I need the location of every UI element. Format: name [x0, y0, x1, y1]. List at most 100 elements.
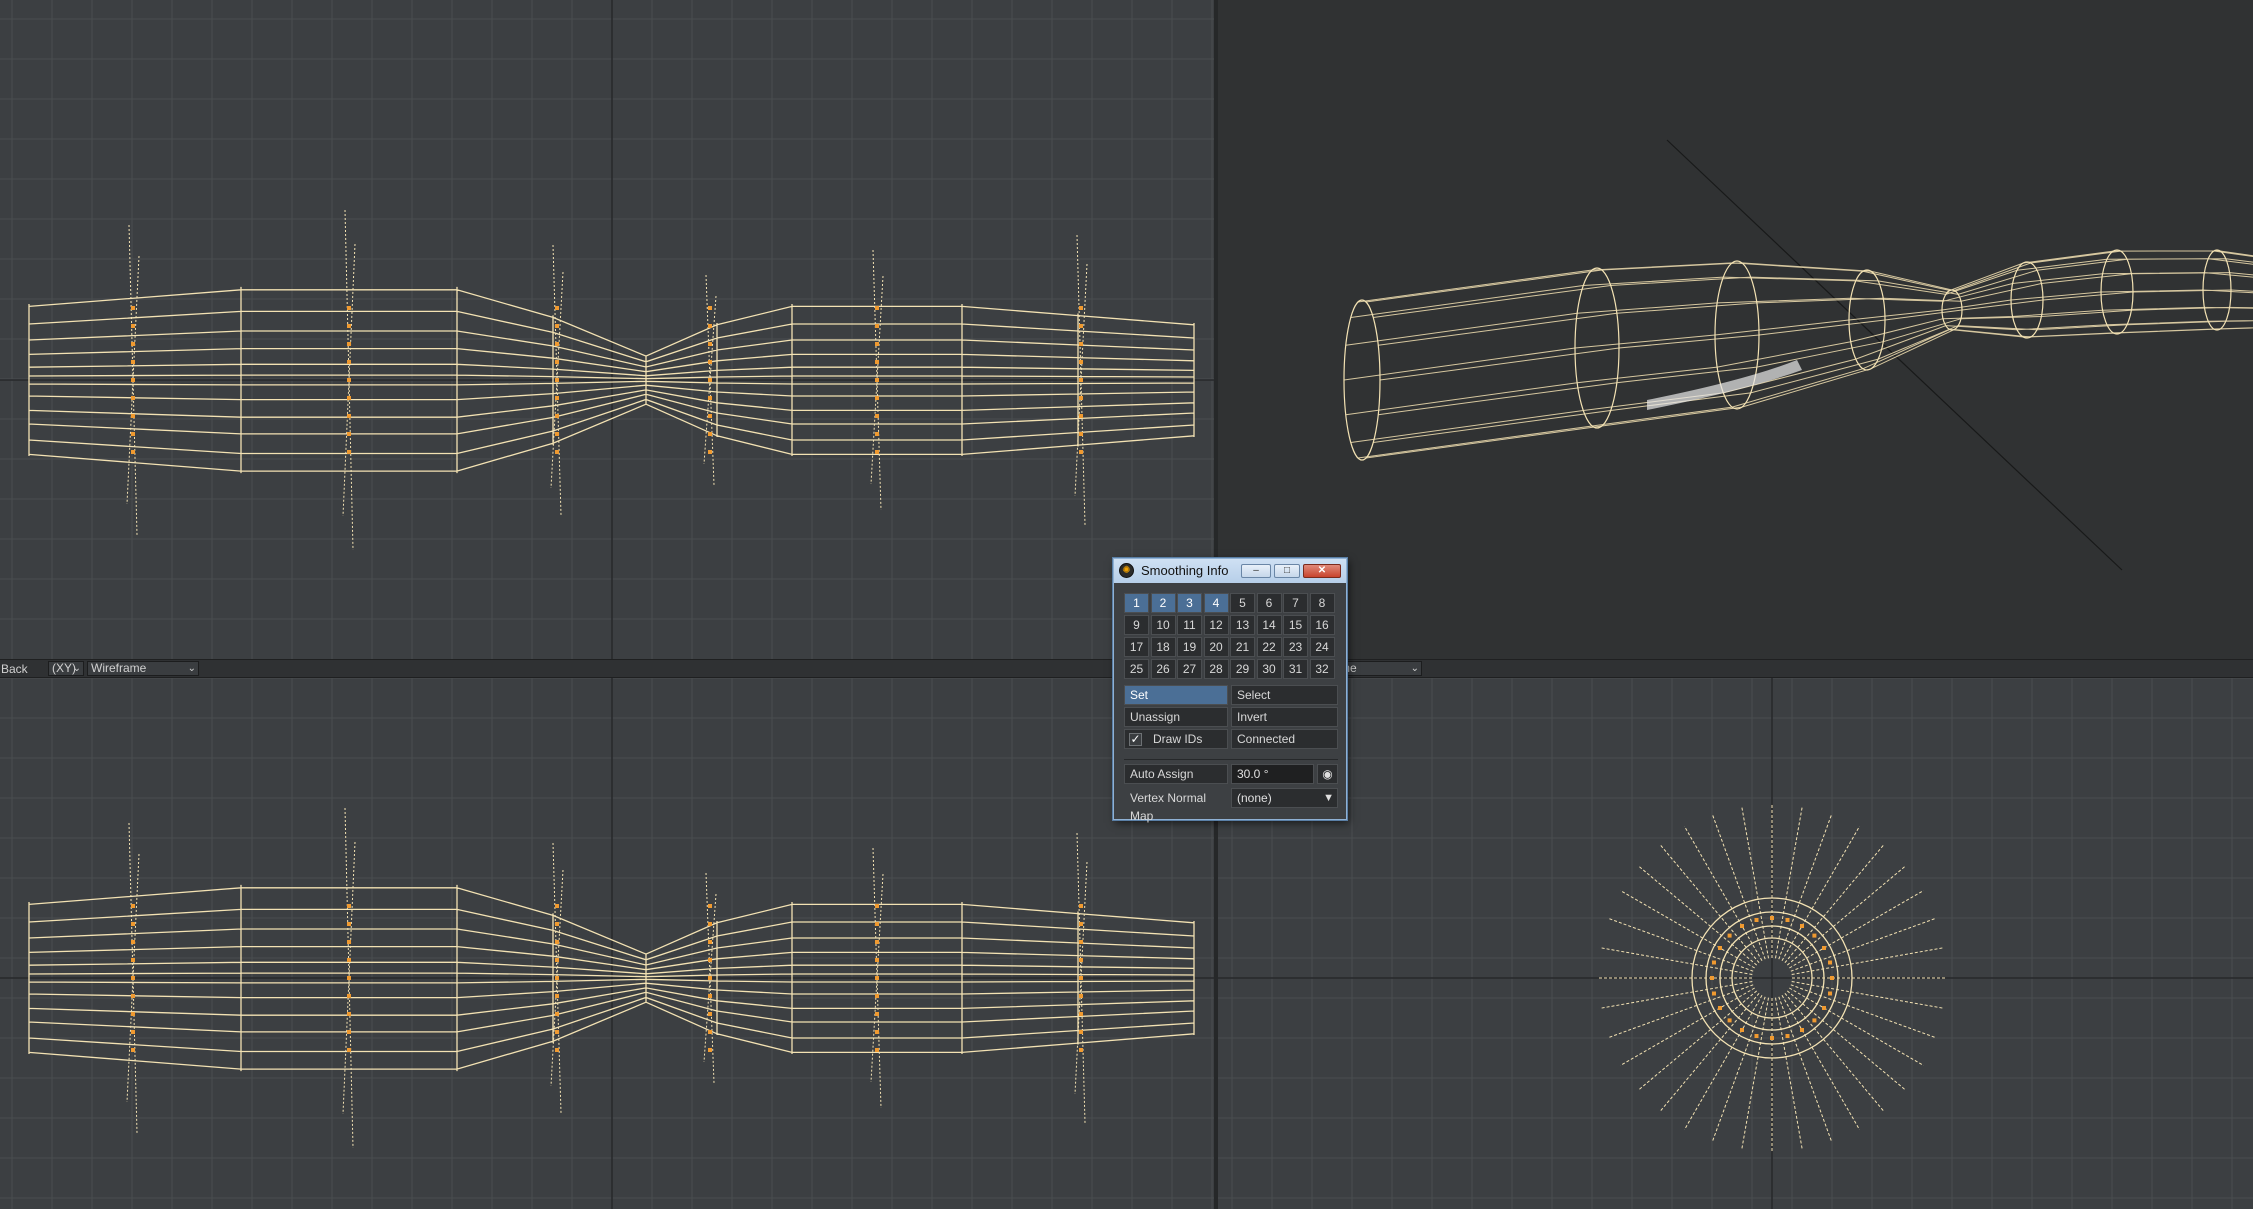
- select-button[interactable]: Select: [1231, 685, 1338, 705]
- divider: [1124, 759, 1338, 760]
- smoothing-id-marker: [708, 432, 712, 436]
- viewport-top[interactable]: [0, 678, 1217, 1209]
- render-mode-select-right[interactable]: me ⌄: [1336, 661, 1422, 676]
- smoothing-id-cell[interactable]: 30: [1256, 659, 1282, 679]
- smoothing-id-cell[interactable]: 7: [1283, 593, 1308, 613]
- smoothing-id-marker: [131, 360, 135, 364]
- auto-assign-angle-input[interactable]: 30.0 °: [1231, 764, 1314, 784]
- grid-lines: [1217, 678, 2253, 1209]
- smoothing-id-cell[interactable]: 17: [1124, 637, 1149, 657]
- smoothing-id-marker: [875, 976, 879, 980]
- smoothing-id-cell[interactable]: 28: [1203, 659, 1229, 679]
- viewport-perspective[interactable]: [1217, 0, 2253, 659]
- smoothing-id-cell[interactable]: 20: [1203, 637, 1229, 657]
- smoothing-id-cell[interactable]: 15: [1283, 615, 1308, 635]
- smoothing-id-marker: [1800, 924, 1804, 928]
- smoothing-id-marker: [347, 904, 351, 908]
- smoothing-id-marker: [708, 1048, 712, 1052]
- plane-select[interactable]: (XY) ⌄: [48, 661, 84, 676]
- smoothing-id-cell[interactable]: 27: [1177, 659, 1202, 679]
- smoothing-id-cell[interactable]: 19: [1177, 637, 1202, 657]
- smoothing-id-marker: [555, 1030, 559, 1034]
- smoothing-id-cell[interactable]: 22: [1256, 637, 1282, 657]
- check-icon[interactable]: ✓: [1129, 733, 1142, 746]
- unassign-button[interactable]: Unassign: [1124, 707, 1228, 727]
- eye-icon[interactable]: ◉: [1317, 764, 1338, 784]
- draw-ids-checkbox[interactable]: ✓ Draw IDs: [1124, 729, 1228, 749]
- smoothing-id-marker: [1710, 976, 1714, 980]
- smoothing-id-cell[interactable]: 26: [1150, 659, 1176, 679]
- smoothing-id-cell[interactable]: 10: [1150, 615, 1176, 635]
- smoothing-id-marker: [131, 342, 135, 346]
- smoothing-id-cell[interactable]: 12: [1203, 615, 1229, 635]
- smoothing-id-marker: [708, 324, 712, 328]
- chevron-down-icon: ⌄: [72, 663, 81, 674]
- smoothing-id-cell[interactable]: 11: [1177, 615, 1202, 635]
- smoothing-id-marker: [347, 450, 351, 454]
- invert-button[interactable]: Invert: [1231, 707, 1338, 727]
- smoothing-id-cell[interactable]: 1: [1124, 593, 1149, 613]
- smoothing-id-marker: [1079, 378, 1083, 382]
- smoothing-id-marker: [347, 360, 351, 364]
- wireframe-canvas-perspective[interactable]: [1217, 0, 2253, 659]
- smoothing-id-marker: [708, 378, 712, 382]
- wireframe-canvas-bottom-left[interactable]: [0, 678, 1217, 1209]
- smoothing-id-cell[interactable]: 8: [1309, 593, 1335, 613]
- smoothing-id-marker: [555, 1048, 559, 1052]
- smoothing-id-marker: [708, 976, 712, 980]
- smoothing-id-marker: [131, 414, 135, 418]
- smoothing-id-cell[interactable]: 14: [1256, 615, 1282, 635]
- vertex-normal-map-select[interactable]: (none) ▼: [1231, 788, 1338, 808]
- viewport-right[interactable]: [1217, 678, 2253, 1209]
- smoothing-id-marker: [708, 450, 712, 454]
- smoothing-id-marker: [131, 378, 135, 382]
- smoothing-id-marker: [1718, 1006, 1722, 1010]
- smoothing-id-marker: [555, 450, 559, 454]
- smoothing-id-cell[interactable]: 24: [1309, 637, 1335, 657]
- smoothing-id-marker: [875, 396, 879, 400]
- smoothing-id-cell[interactable]: 18: [1150, 637, 1176, 657]
- smoothing-id-marker: [875, 450, 879, 454]
- smoothing-id-marker: [1718, 946, 1722, 950]
- dialog-titlebar[interactable]: ✺ Smoothing Info – □ ✕: [1114, 559, 1346, 583]
- set-button[interactable]: Set: [1124, 685, 1228, 705]
- smoothing-id-cell[interactable]: 25: [1124, 659, 1149, 679]
- wireframe-canvas-bottom-right[interactable]: [1217, 678, 2253, 1209]
- smoothing-id-marker: [131, 958, 135, 962]
- smoothing-id-cell[interactable]: 31: [1283, 659, 1308, 679]
- maximize-button[interactable]: □: [1274, 564, 1300, 578]
- minimize-button[interactable]: –: [1241, 564, 1271, 578]
- view-label[interactable]: Back: [1, 662, 28, 676]
- smoothing-id-marker: [131, 1048, 135, 1052]
- render-mode-select[interactable]: Wireframe ⌄: [87, 661, 199, 676]
- auto-assign-button[interactable]: Auto Assign: [1124, 764, 1228, 784]
- smoothing-id-marker: [347, 922, 351, 926]
- smoothing-id-cell[interactable]: 13: [1230, 615, 1255, 635]
- smoothing-id-marker: [1079, 994, 1083, 998]
- smoothing-id-cell[interactable]: 32: [1309, 659, 1335, 679]
- smoothing-id-cell[interactable]: 16: [1309, 615, 1335, 635]
- smoothing-id-cell[interactable]: 6: [1256, 593, 1282, 613]
- smoothing-id-cell[interactable]: 2: [1150, 593, 1176, 613]
- smoothing-id-cell[interactable]: 9: [1124, 615, 1149, 635]
- smoothing-id-cell[interactable]: 29: [1230, 659, 1255, 679]
- connected-button[interactable]: Connected: [1231, 729, 1338, 749]
- smoothing-id-marker: [708, 396, 712, 400]
- smoothing-id-cell[interactable]: 5: [1230, 593, 1255, 613]
- smoothing-id-marker: [1785, 1034, 1790, 1038]
- smoothing-id-marker: [1079, 904, 1083, 908]
- smoothing-id-marker: [875, 904, 879, 908]
- smoothing-id-marker: [555, 940, 559, 944]
- smoothing-id-marker: [1712, 991, 1716, 996]
- smoothing-id-marker: [347, 324, 351, 328]
- smoothing-id-marker: [1079, 1048, 1083, 1052]
- wireframe-canvas-top-left[interactable]: [0, 0, 1217, 659]
- smoothing-id-cell[interactable]: 23: [1283, 637, 1308, 657]
- viewport-back-top[interactable]: [0, 0, 1217, 659]
- smoothing-id-marker: [347, 414, 351, 418]
- smoothing-id-cell[interactable]: 4: [1203, 593, 1229, 613]
- smoothing-id-marker: [555, 904, 559, 908]
- smoothing-id-cell[interactable]: 21: [1230, 637, 1255, 657]
- smoothing-id-cell[interactable]: 3: [1177, 593, 1202, 613]
- close-button[interactable]: ✕: [1303, 564, 1341, 578]
